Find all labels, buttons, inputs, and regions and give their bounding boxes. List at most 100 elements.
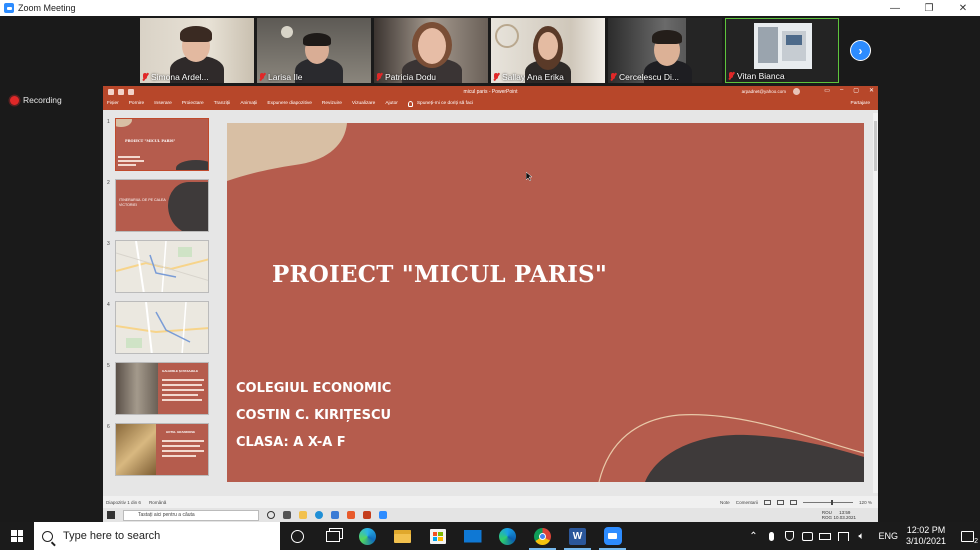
mic-muted-icon (142, 73, 148, 81)
taskbar-word[interactable]: W (560, 522, 595, 550)
tab-animations[interactable]: Animații (240, 101, 257, 106)
participant-tile[interactable]: Patricia Dodu (374, 18, 488, 83)
folder-icon (394, 529, 411, 543)
tell-me-search[interactable]: Spuneți-mi ce doriți să faci (417, 101, 473, 106)
slide-thumbnail-3[interactable] (115, 240, 209, 293)
participant-tile[interactable]: Sallay Ana Erika (491, 18, 605, 83)
normal-view-icon[interactable] (763, 499, 771, 505)
participant-tile[interactable]: Simona Ardel... (140, 18, 254, 83)
cortana-button[interactable] (280, 522, 315, 550)
zoom-meeting-screen: Zoom Meeting — ❐ ✕ Simona Ardel... Laris… (0, 0, 980, 550)
recording-indicator[interactable]: Recording (10, 95, 62, 105)
slide-thumbnails-pane: 1 PROIECT "MICUL PARIS" 2 ITINERARIUL DE… (103, 110, 217, 496)
search-icon (42, 530, 53, 542)
window-title: Zoom Meeting (18, 3, 76, 13)
slide-thumbnail-5[interactable]: GALERIILE ȘI PASAJELE (115, 362, 209, 415)
tab-insert[interactable]: Inserare (154, 101, 172, 106)
vertical-scrollbar[interactable] (873, 113, 878, 493)
remote-office-icon (347, 511, 355, 519)
zoom-level[interactable]: 120 % (859, 500, 872, 505)
taskbar-file-explorer[interactable] (385, 522, 420, 550)
taskbar-chrome[interactable] (525, 522, 560, 550)
start-button[interactable] (0, 522, 34, 550)
ppt-close-icon[interactable]: ✕ (869, 87, 874, 94)
taskbar-zoom[interactable] (595, 522, 630, 550)
participant-tile-active-speaker[interactable]: Vitan Bianca (725, 18, 839, 83)
remote-taskview-icon (283, 511, 291, 519)
slide-number: 6 (107, 424, 110, 430)
slide-number: 3 (107, 241, 110, 247)
action-center-button[interactable]: 2 (954, 522, 980, 550)
participant-tile[interactable]: Cercelescu Di... (608, 18, 722, 83)
slide-decoration (227, 123, 864, 482)
task-view-button[interactable] (315, 522, 350, 550)
slide-thumbnail-6[interactable]: HOTEL GRANDIOSE (115, 423, 209, 476)
mic-muted-icon (493, 73, 499, 81)
remote-powerpoint-icon (363, 511, 371, 519)
close-button[interactable]: ✕ (946, 0, 980, 16)
slide-count: Diapozitiv 1 din 6 (106, 499, 141, 505)
zoom-slider-thumb[interactable] (830, 499, 833, 505)
slide-sorter-icon[interactable] (776, 499, 784, 505)
taskbar-clock[interactable]: 12:02 PM 3/10/2021 (906, 525, 946, 547)
tab-home[interactable]: Pornire (129, 101, 144, 106)
slide-number: 1 (107, 119, 110, 125)
taskbar-mail[interactable] (455, 522, 490, 550)
battery-icon[interactable] (816, 522, 834, 550)
tab-view[interactable]: Vizualizare (352, 101, 375, 106)
tab-transitions[interactable]: Tranziții (214, 101, 231, 106)
zoom-logo-icon (4, 3, 14, 13)
ppt-ribbon-display-icon[interactable]: ▭ (824, 87, 830, 94)
account-avatar[interactable] (793, 88, 800, 95)
tab-slideshow[interactable]: Expunere diapozitive (267, 101, 312, 106)
participant-name: Sallay Ana Erika (502, 72, 564, 82)
slide-subtitle-line[interactable]: COLEGIUL ECONOMIC (236, 381, 391, 396)
slide-thumbnail-2[interactable]: ITINERARIUL DE PE CALEA VICTORIEI (115, 179, 209, 232)
account-email: arpadnet@yahoo.com (741, 89, 786, 94)
taskbar-edge-beta[interactable] (490, 522, 525, 550)
taskbar-edge[interactable] (350, 522, 385, 550)
taskbar-search-box[interactable]: Type here to search (34, 522, 280, 550)
status-language[interactable]: Română (149, 500, 166, 505)
volume-icon[interactable]: 🔈︎ (852, 522, 870, 550)
defender-icon[interactable] (780, 522, 798, 550)
tab-design[interactable]: Proiectare (182, 101, 204, 106)
microphone-icon[interactable] (762, 522, 780, 550)
ppt-maximize-icon[interactable]: ▢ (853, 87, 859, 94)
next-participants-button[interactable]: › (850, 40, 871, 61)
tab-review[interactable]: Revizuire (322, 101, 342, 106)
show-hidden-icons[interactable]: ⌃ (744, 522, 762, 550)
slide-title[interactable]: PROIECT "MICUL PARIS" (272, 261, 607, 288)
slide-canvas[interactable]: PROIECT "MICUL PARIS" COLEGIUL ECONOMIC … (227, 123, 864, 482)
remote-start-icon (107, 511, 115, 519)
zoom-slider[interactable] (802, 499, 853, 505)
slide-subtitle-line[interactable]: COSTIN C. KIRIȚESCU (236, 408, 391, 423)
scrollbar-thumb[interactable] (874, 121, 877, 171)
reading-view-icon[interactable] (789, 499, 797, 505)
share-button[interactable]: Partajare (851, 101, 870, 106)
tab-help[interactable]: Ajutor (385, 101, 398, 106)
remote-explorer-icon (299, 511, 307, 519)
mic-muted-icon (728, 72, 734, 80)
remote-date: 10.03.2021 (833, 515, 856, 520)
minimize-button[interactable]: — (878, 0, 912, 16)
mouse-cursor-icon (526, 172, 533, 182)
restore-button[interactable]: ❐ (912, 0, 946, 16)
system-tray: ⌃ 🔈︎ ENG 12:02 PM 3/10/2021 2 (744, 522, 980, 550)
participant-name: Larisa Ile (268, 72, 303, 82)
slide-thumbnail-4[interactable] (115, 301, 209, 354)
tab-file[interactable]: Fișier (107, 101, 119, 106)
record-tray-icon[interactable] (798, 522, 816, 550)
slide-thumbnail-1[interactable]: PROIECT "MICUL PARIS" (115, 118, 209, 171)
edge-beta-icon (499, 527, 516, 545)
taskbar-store[interactable] (420, 522, 455, 550)
ppt-minimize-icon[interactable]: – (840, 87, 843, 94)
participant-tile[interactable]: Larisa Ile (257, 18, 371, 83)
mail-icon (463, 529, 482, 543)
comments-button[interactable]: Comentarii (736, 500, 758, 505)
recording-dot-icon (10, 95, 19, 105)
notes-button[interactable]: Note (720, 500, 730, 505)
slide-subtitle-line[interactable]: CLASA: A X-A F (236, 435, 346, 450)
input-language[interactable]: ENG (878, 531, 898, 541)
network-icon[interactable] (834, 522, 852, 550)
